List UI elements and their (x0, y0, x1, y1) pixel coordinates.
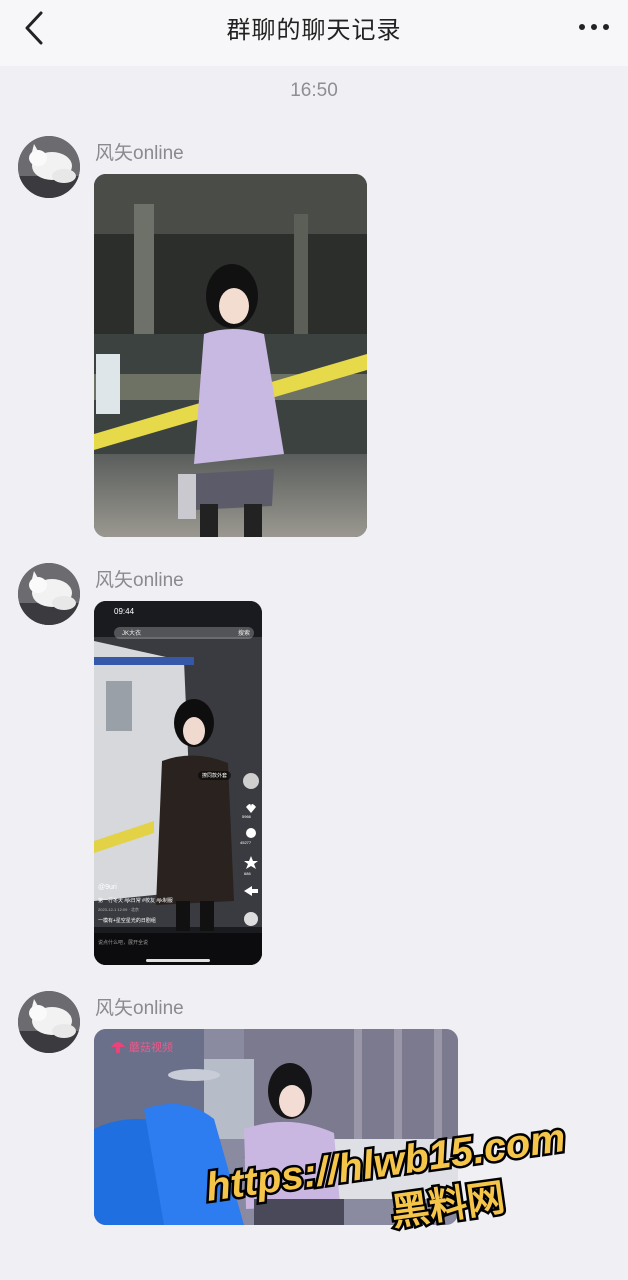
chevron-left-icon (25, 11, 43, 45)
logo-text: 蘑菇视频 (129, 1042, 173, 1054)
avatar[interactable] (18, 991, 80, 1053)
message-timestamp: 16:50 (290, 80, 338, 101)
search-button: 搜索 (238, 631, 251, 637)
avatar[interactable] (18, 563, 80, 625)
sender-name: 风矢online (95, 998, 184, 1019)
image-message[interactable] (94, 174, 367, 537)
share-count: 686 (244, 871, 251, 876)
video-date: 2023-12-1 12:09 · 北京 (98, 907, 139, 912)
comment-count: 45277 (240, 840, 252, 845)
video-tag: 一模有+星空星光的日剧组 (98, 918, 156, 924)
like-count: 5966 (242, 814, 251, 819)
video-caption: 第一行冬天 #jk日常 #校友 #jk制服 (98, 898, 173, 904)
app-logo: 蘑菇视频 (110, 1039, 173, 1055)
product-pill: 撩同款外套 (198, 771, 232, 780)
mushroom-logo-icon (111, 1042, 125, 1053)
avatar[interactable] (18, 136, 80, 198)
back-button[interactable] (18, 10, 50, 46)
status-time: 09:44 (114, 607, 135, 616)
video-author: @9uri (98, 884, 117, 891)
more-button[interactable] (574, 10, 614, 44)
nav-bar: 群聊的聊天记录 (0, 0, 628, 66)
sender-name: 风矢online (95, 143, 184, 164)
comment-placeholder: 说点什么吧，展开全说 (98, 940, 149, 946)
more-dots-icon (579, 24, 609, 30)
image-message[interactable]: 09:44 JK大衣 搜索 撩同款外套 5966 45277 686 @9uri… (94, 601, 262, 965)
image-message[interactable]: 蘑菇视频 (94, 1029, 458, 1225)
sender-name: 风矢online (95, 570, 184, 591)
search-text: JK大衣 (122, 631, 142, 637)
page-title: 群聊的聊天记录 (226, 16, 402, 44)
